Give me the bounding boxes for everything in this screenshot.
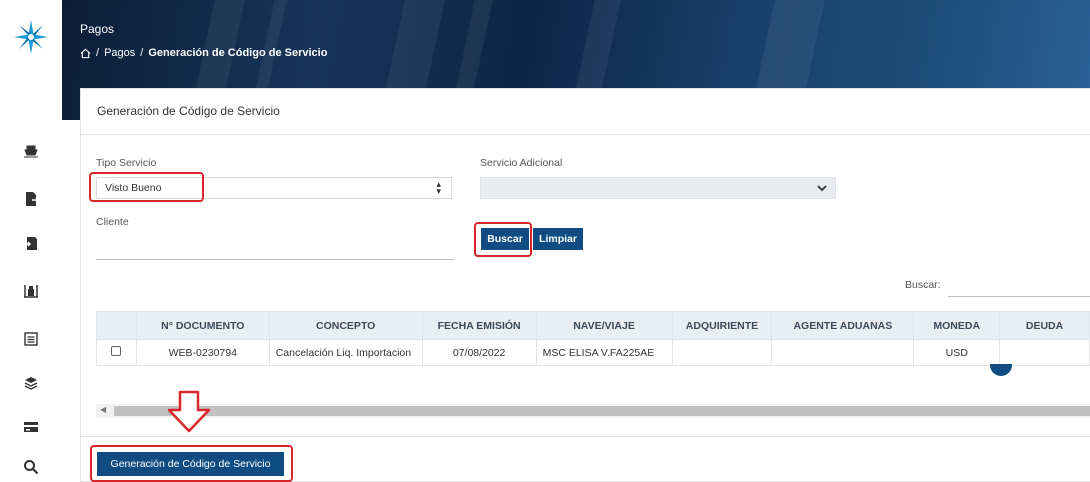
column-header-documento[interactable]: N° DOCUMENTO	[135, 311, 270, 340]
import-document-icon[interactable]	[22, 234, 40, 252]
servicio-adicional-select[interactable]	[480, 177, 836, 199]
cell-adquiriente	[671, 339, 773, 366]
highlight-buscar	[474, 222, 532, 257]
tipo-servicio-label: Tipo Servicio	[96, 157, 157, 169]
ship-icon[interactable]	[22, 142, 40, 160]
breadcrumb-pagos[interactable]: Pagos	[104, 47, 135, 59]
column-header-fecha[interactable]: FECHA EMISIÓN	[421, 311, 537, 340]
cell-documento: WEB-0230794	[135, 339, 270, 366]
column-header-concepto[interactable]: CONCEPTO	[268, 311, 423, 340]
row-checkbox[interactable]	[111, 346, 122, 356]
column-header-agente[interactable]: AGENTE ADUANAS	[771, 311, 915, 340]
column-header-adquiriente[interactable]: ADQUIRIENTE	[671, 311, 773, 340]
select-arrows-icon: ▴ ▾	[436, 179, 441, 196]
documents-table: N° DOCUMENTO CONCEPTO FECHA EMISIÓN NAVE…	[96, 311, 1090, 366]
scroll-left-icon[interactable]: ◀	[100, 405, 106, 414]
home-icon[interactable]	[80, 48, 91, 59]
card-title: Generación de Código de Servicio	[81, 89, 1090, 135]
breadcrumb-separator: /	[140, 47, 144, 59]
breadcrumb-separator: /	[96, 47, 100, 59]
highlight-tipo-servicio	[89, 172, 204, 202]
breadcrumb: / Pagos / Generación de Código de Servic…	[80, 47, 327, 59]
scrollbar-thumb[interactable]	[114, 406, 1090, 416]
down-arrow-annotation	[167, 390, 211, 433]
cell-concepto: Cancelación Liq. Importacion	[268, 339, 423, 366]
layers-icon[interactable]	[22, 374, 40, 392]
cliente-label: Cliente	[96, 216, 129, 228]
table-row[interactable]: WEB-0230794 Cancelación Liq. Importacion…	[96, 339, 1090, 366]
credit-card-icon[interactable]	[22, 418, 40, 436]
table-search-input[interactable]	[948, 277, 1090, 297]
cliente-input[interactable]	[96, 240, 454, 260]
export-document-icon[interactable]	[22, 190, 40, 208]
cell-agente	[771, 339, 915, 366]
cell-nave: MSC ELISA V.FA225AE	[535, 339, 673, 366]
card-footer-divider	[80, 436, 1090, 437]
table-search-label: Buscar:	[905, 279, 941, 291]
column-header-select	[96, 311, 137, 340]
cell-deuda	[999, 339, 1090, 366]
servicio-adicional-label: Servicio Adicional	[480, 157, 563, 169]
column-header-nave[interactable]: NAVE/VIAJE	[535, 311, 673, 340]
cell-fecha: 07/08/2022	[421, 339, 537, 366]
list-icon[interactable]	[22, 330, 40, 348]
limpiar-button[interactable]: Limpiar	[533, 228, 583, 250]
warehouse-icon[interactable]	[22, 282, 40, 300]
page-title: Pagos	[80, 22, 115, 36]
compass-star-logo[interactable]	[14, 20, 48, 54]
search-icon[interactable]	[22, 458, 40, 476]
cell-moneda: USD	[913, 339, 1001, 366]
chevron-down-icon	[817, 185, 827, 192]
column-header-moneda[interactable]: MONEDA	[913, 311, 1001, 340]
sidebar	[0, 0, 62, 482]
horizontal-scrollbar[interactable]: ◀	[96, 404, 1090, 418]
breadcrumb-current: Generación de Código de Servicio	[148, 47, 328, 59]
highlight-generar	[90, 445, 293, 482]
column-header-deuda[interactable]: DEUDA	[999, 311, 1090, 340]
